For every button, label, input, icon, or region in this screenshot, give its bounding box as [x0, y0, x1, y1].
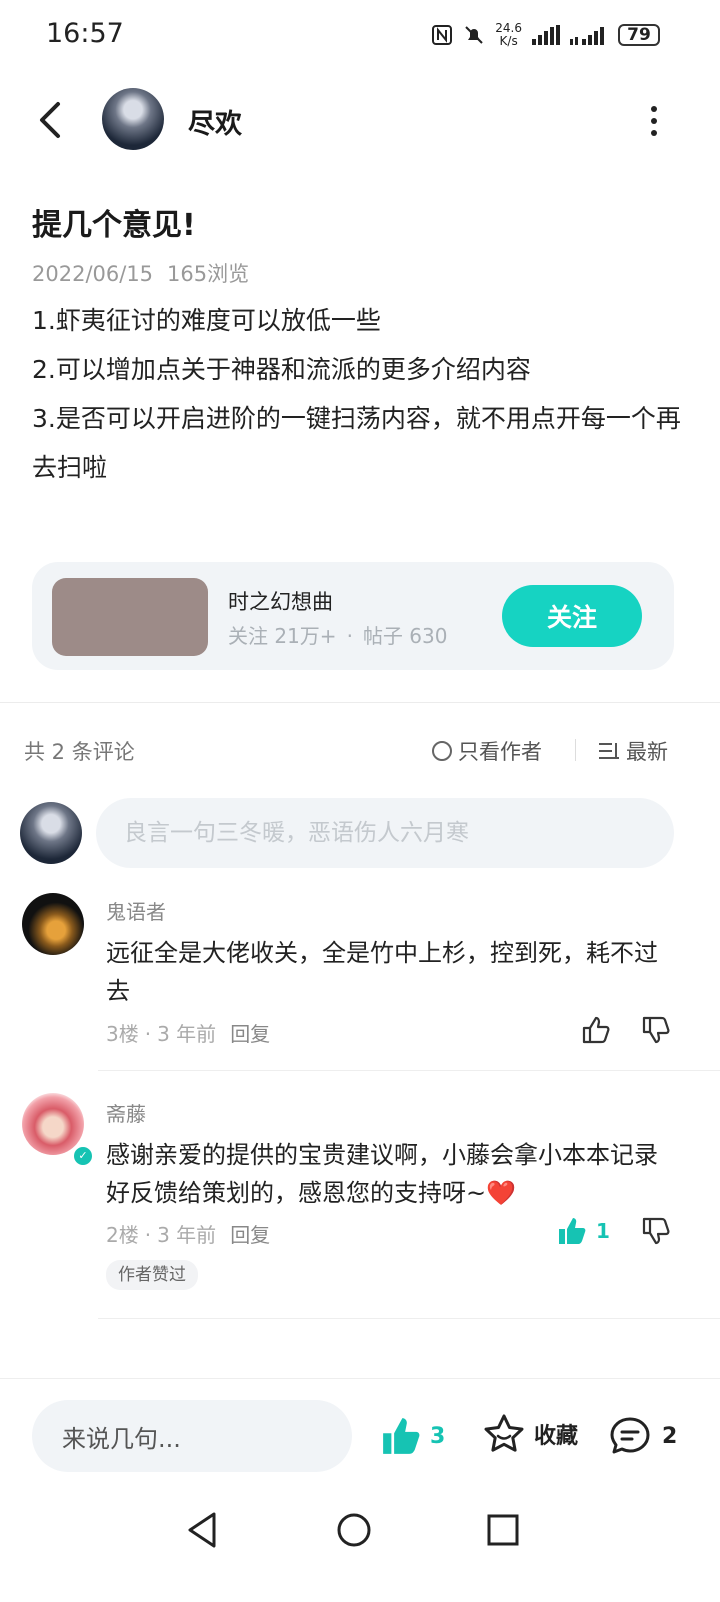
bottom-bar-divider — [0, 1378, 720, 1379]
author-name[interactable]: 尽欢 — [188, 102, 242, 141]
more-options-icon[interactable] — [648, 106, 660, 136]
nav-recent-apps-icon[interactable] — [486, 1510, 520, 1550]
comment-divider — [98, 1318, 720, 1319]
signal-icon-2 — [570, 27, 604, 45]
comments-count: 共 2 条评论 — [24, 740, 135, 764]
status-time: 16:57 — [46, 18, 124, 49]
comment-input[interactable] — [96, 798, 674, 868]
comment-floor: 2楼 — [106, 1223, 139, 1247]
say-something-input[interactable]: 来说几句... — [32, 1400, 352, 1472]
nav-home-icon[interactable] — [336, 1510, 372, 1550]
only-author-label[interactable]: 只看作者 — [458, 736, 542, 766]
post-like-button[interactable]: 3 — [378, 1414, 445, 1458]
thumbs-down-icon[interactable] — [640, 1215, 672, 1247]
comment-meta: 2楼 · 3 年前 回复 — [106, 1219, 270, 1248]
section-divider — [0, 702, 720, 703]
only-author-toggle[interactable]: 只看作者 — [432, 736, 542, 766]
comment-divider — [98, 1070, 720, 1071]
star-icon[interactable] — [482, 1412, 526, 1456]
game-followers: 关注 21万+ — [228, 624, 337, 648]
post-date: 2022/06/15 — [32, 262, 154, 286]
follow-button[interactable]: 关注 — [502, 585, 642, 647]
nfc-icon — [432, 25, 453, 45]
meta-separator: · — [144, 1022, 152, 1046]
thumbs-up-filled-icon[interactable] — [556, 1215, 588, 1247]
comment-text: 感谢亲爱的提供的宝贵建议啊，小藤会拿小本本记录好反馈给策划的，感恩您的支持呀~❤… — [106, 1141, 658, 1207]
sort-label[interactable]: 最新 — [626, 736, 668, 766]
net-speed-unit: K/s — [499, 34, 518, 48]
sort-icon[interactable] — [598, 741, 620, 761]
comment-floor: 3楼 — [106, 1022, 139, 1046]
meta-separator: · — [144, 1223, 152, 1247]
thumbs-down-icon[interactable] — [640, 1014, 672, 1046]
author-avatar[interactable] — [102, 88, 164, 150]
post-title: 提几个意见! — [32, 208, 196, 243]
signal-icon — [532, 25, 560, 45]
comment-meta: 3楼 · 3 年前 回复 — [106, 1018, 270, 1047]
game-posts: 帖子 630 — [362, 624, 448, 648]
favorite-button[interactable]: 收藏 — [482, 1412, 578, 1456]
comment-time: 3 年前 — [157, 1022, 217, 1046]
game-thumbnail[interactable] — [52, 578, 208, 656]
thumbs-up-filled-icon[interactable] — [378, 1414, 424, 1458]
radio-circle-icon[interactable] — [432, 741, 452, 761]
mute-icon — [465, 26, 483, 44]
verified-badge-icon: ✓ — [72, 1145, 94, 1167]
commenter-avatar[interactable] — [22, 1093, 84, 1155]
comment-time: 3 年前 — [157, 1223, 217, 1247]
reply-button[interactable]: 回复 — [230, 1223, 270, 1247]
commenter-name[interactable]: 鬼语者 — [106, 896, 166, 925]
game-stats: 关注 21万+ · 帖子 630 — [228, 620, 447, 649]
comment-count: 2 — [662, 1423, 678, 1449]
comment-button[interactable]: 2 — [608, 1414, 677, 1458]
like-count: 1 — [596, 1219, 610, 1243]
like-button[interactable]: 1 — [556, 1215, 610, 1247]
commenter-avatar[interactable] — [22, 893, 84, 955]
post-line: 2.可以增加点关于神器和流派的更多介绍内容 — [32, 355, 531, 384]
game-name: 时之幻想曲 — [228, 590, 333, 614]
my-avatar — [20, 802, 82, 864]
comment-text: 远征全是大佬收关，全是竹中上杉，控到死，耗不过去 — [106, 939, 658, 1005]
post-views: 165浏览 — [167, 262, 250, 286]
stats-separator: · — [346, 624, 353, 648]
game-card[interactable]: 时之幻想曲 关注 21万+ · 帖子 630 关注 — [32, 562, 674, 670]
author-liked-badge: 作者赞过 — [106, 1260, 198, 1290]
back-arrow-icon[interactable] — [36, 100, 66, 140]
commenter-name[interactable]: 斋藤 — [106, 1098, 146, 1127]
filter-separator — [575, 739, 576, 761]
post-line: 3.是否可以开启进阶的一键扫荡内容，就不用点开每一个再去扫啦 — [32, 404, 681, 482]
net-speed: 24.6 K/s — [495, 22, 522, 48]
status-icons: 24.6 K/s 79 — [431, 22, 660, 48]
favorite-label[interactable]: 收藏 — [534, 1418, 578, 1450]
nav-back-icon[interactable] — [186, 1510, 220, 1550]
battery-icon: 79 — [618, 24, 660, 46]
post-meta: 2022/06/15 165浏览 — [32, 258, 249, 288]
thumbs-up-icon[interactable] — [580, 1014, 612, 1046]
post-like-count: 3 — [430, 1423, 446, 1449]
comment-bubble-icon[interactable] — [608, 1414, 652, 1458]
post-line: 1.虾夷征讨的难度可以放低一些 — [32, 306, 381, 335]
post-body: 1.虾夷征讨的难度可以放低一些 2.可以增加点关于神器和流派的更多介绍内容 3.… — [32, 296, 682, 492]
sort-toggle[interactable]: 最新 — [598, 736, 668, 766]
reply-button[interactable]: 回复 — [230, 1022, 270, 1046]
